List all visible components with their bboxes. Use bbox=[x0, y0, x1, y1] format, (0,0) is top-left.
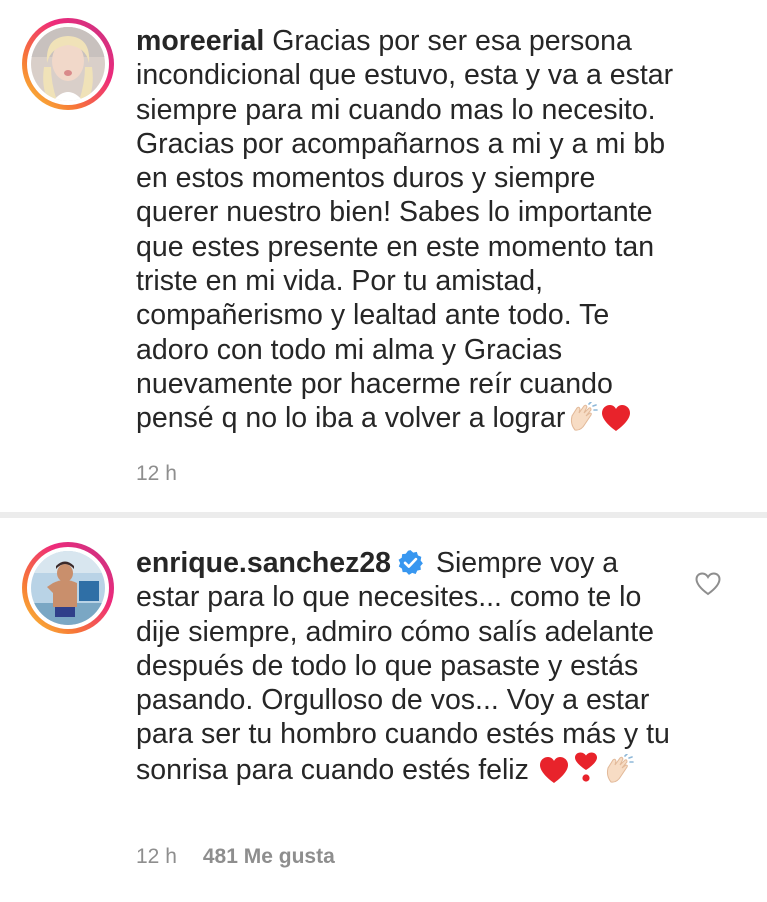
avatar-photo bbox=[31, 27, 105, 101]
like-count-button[interactable]: 481 Me gusta bbox=[203, 845, 335, 868]
clapping-hands-icon bbox=[603, 753, 635, 784]
avatar[interactable] bbox=[22, 18, 114, 110]
comment-meta: 12 h 481 Me gusta bbox=[136, 845, 335, 869]
avatar-photo bbox=[31, 551, 105, 625]
comment-item: enrique.sanchez28 Siempre voy a estar pa… bbox=[0, 518, 767, 902]
red-heart-icon bbox=[539, 756, 569, 784]
red-heart-icon bbox=[601, 405, 631, 432]
comment-username[interactable]: enrique.sanchez28 bbox=[136, 547, 391, 579]
heart-exclamation-icon bbox=[571, 752, 601, 784]
comment-body: enrique.sanchez28 Siempre voy a estar pa… bbox=[136, 546, 684, 787]
comment-text: Siempre voy a estar para lo que necesite… bbox=[136, 547, 670, 786]
comment-item: moreerial Gracias por ser esa persona in… bbox=[0, 0, 767, 512]
comment-text: Gracias por ser esa persona incondiciona… bbox=[136, 25, 674, 435]
comment-timestamp: 12 h bbox=[136, 462, 177, 485]
comment-meta: 12 h bbox=[136, 462, 177, 486]
verified-badge-icon bbox=[397, 549, 424, 576]
avatar[interactable] bbox=[22, 542, 114, 634]
comment-username[interactable]: moreerial bbox=[136, 25, 264, 57]
comment-body: moreerial Gracias por ser esa persona in… bbox=[136, 24, 684, 436]
heart-outline-icon[interactable] bbox=[695, 572, 721, 596]
avatar-image-icon bbox=[31, 27, 105, 101]
clapping-hands-icon bbox=[567, 402, 599, 432]
comment-timestamp: 12 h bbox=[136, 845, 177, 868]
avatar-image-icon bbox=[31, 551, 105, 625]
